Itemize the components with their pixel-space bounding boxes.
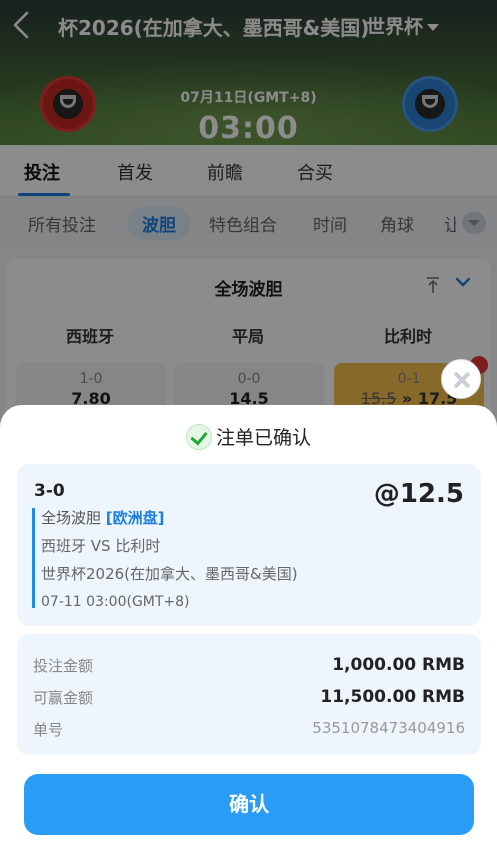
stake-row: 投注金额 1,000.00 RMB <box>33 655 465 679</box>
slip-league: 世界杯2026(在加拿大、墨西哥&美国) <box>41 565 298 583</box>
check-circle-icon <box>185 423 212 450</box>
slip-selection: 3-0 <box>34 481 65 501</box>
payout-value: 11,500.00 RMB <box>320 687 465 707</box>
sheet-header: 注单已确认 <box>0 423 497 450</box>
slip-market-name: 全场波胆 <box>41 509 102 527</box>
sheet-title: 注单已确认 <box>215 427 311 449</box>
stake-value: 1,000.00 RMB <box>332 655 465 675</box>
slip-market: 全场波胆 [欧洲盘] <box>41 508 332 536</box>
slip-odds: @12.5 <box>373 479 464 509</box>
slip-teams: 西班牙 VS 比利时 <box>41 537 161 555</box>
amount-card: 投注金额 1,000.00 RMB 可赢金额 11,500.00 RMB 单号 … <box>17 634 481 755</box>
bet-confirmation-sheet: 注单已确认 3-0 @12.5 全场波胆 [欧洲盘] 西班牙 VS 比利时 世界… <box>0 405 497 862</box>
slip-odds-format: [欧洲盘] <box>105 509 165 527</box>
ticket-number: 5351078473404916 <box>312 719 465 737</box>
confirm-button[interactable]: 确认 <box>24 774 474 835</box>
stake-label: 投注金额 <box>33 657 94 675</box>
ticket-row: 单号 5351078473404916 <box>33 719 465 743</box>
ticket-label: 单号 <box>33 721 64 739</box>
payout-label: 可赢金额 <box>33 689 94 707</box>
slip-kickoff: 07-11 03:00(GMT+8) <box>41 594 190 610</box>
slip-details: 全场波胆 [欧洲盘] 西班牙 VS 比利时 世界杯2026(在加拿大、墨西哥&美… <box>32 508 332 610</box>
bet-slip-card: 3-0 @12.5 全场波胆 [欧洲盘] 西班牙 VS 比利时 世界杯2026(… <box>17 464 481 626</box>
payout-row: 可赢金额 11,500.00 RMB <box>33 687 465 711</box>
close-icon[interactable] <box>441 359 481 399</box>
